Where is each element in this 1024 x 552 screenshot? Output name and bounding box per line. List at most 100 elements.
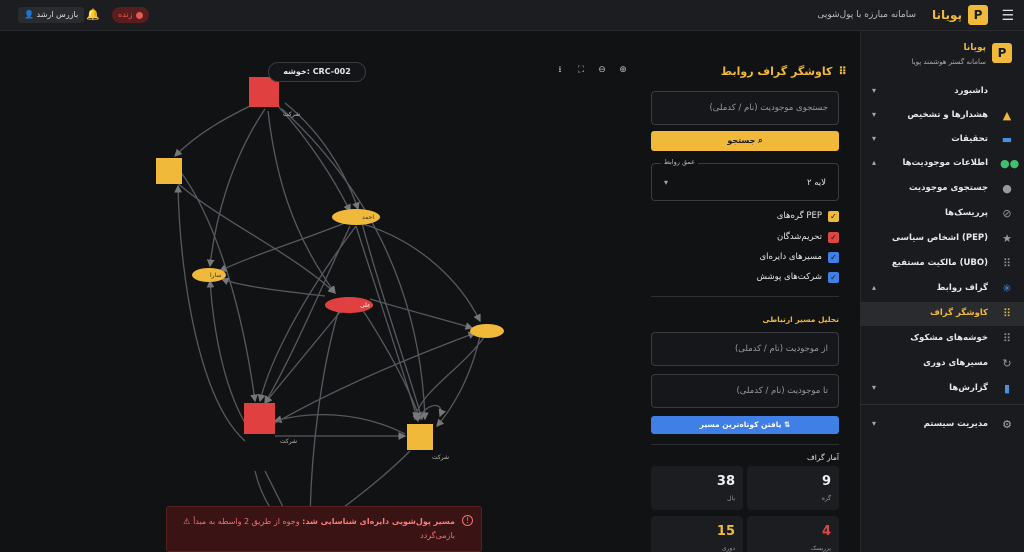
- zoom-in-icon[interactable]: ⊕: [617, 64, 629, 76]
- cycle-icon: ↻: [1002, 357, 1012, 370]
- chevron-down-icon: ▾: [664, 178, 669, 187]
- chevron-down-icon: ▾: [872, 134, 877, 143]
- sidebar-item-label: جستجوی موجودیت: [908, 183, 988, 193]
- depth-value: ۲ لایه: [806, 178, 826, 188]
- search-button-label: جستجو: [727, 136, 756, 145]
- bell-icon[interactable]: 🔔: [86, 8, 100, 21]
- node-label: شرکت: [432, 454, 449, 461]
- depth-select[interactable]: عمق روابط ۲ لایه ▾: [651, 158, 839, 201]
- checkbox-shell-companies[interactable]: ✓ شرکت‌های پوشش: [757, 270, 839, 284]
- graph-edge: [174, 105, 251, 157]
- chevron-up-icon: ▴: [872, 158, 877, 167]
- checkbox-icon: ✓: [828, 271, 839, 283]
- graph-edge: [257, 225, 357, 403]
- sidebar-item-relationship-graph[interactable]: ✳ گراف روابط ▴: [860, 277, 1024, 301]
- graph-edge: [277, 105, 351, 213]
- sidebar-item-label: مالکیت مستفیع (UBO): [891, 258, 988, 268]
- sidebar-item-suspicious-clusters[interactable]: ⠿ خوشه‌های مشکوک: [860, 327, 1024, 351]
- sidebar-item-label: گراف روابط: [936, 283, 988, 293]
- entity-search-input[interactable]: جستجوی موجودیت (نام / کدملی): [651, 91, 839, 125]
- checkbox-circular-paths[interactable]: ✓ مسیرهای دایره‌ای: [760, 250, 839, 264]
- checkbox-sanctioned[interactable]: ✓ تحریم‌شدگان: [777, 230, 839, 244]
- sidebar-item-dashboard[interactable]: داشبورد ▾: [860, 80, 1024, 104]
- sidebar-item-circular-paths[interactable]: ↻ مسیرهای دوری: [860, 352, 1024, 376]
- panel-title-text: کاوشگر گراف روابط: [720, 65, 833, 78]
- stat-value: 38: [716, 474, 735, 489]
- sidebar-item-reports[interactable]: ▮ گزارش‌ها ▾: [860, 377, 1024, 401]
- graph-edge: [361, 222, 424, 421]
- from-entity-input[interactable]: از موجودیت (نام / کدملی): [651, 332, 839, 366]
- user-menu-button[interactable]: 👤 بازرس ارشد: [18, 7, 85, 23]
- download-icon[interactable]: ⭳: [554, 64, 566, 76]
- sidebar-item-ubo[interactable]: ⠿ مالکیت مستفیع (UBO): [860, 252, 1024, 276]
- network-icon: ✳: [1002, 282, 1012, 295]
- sidebar-item-label: اطلاعات موجودیت‌ها: [902, 158, 988, 168]
- graph-node-person[interactable]: [470, 324, 504, 338]
- graph-node-sanctioned[interactable]: [244, 403, 275, 434]
- menu-icon[interactable]: ☰: [1001, 8, 1014, 24]
- sidebar-item-label: داشبورد: [954, 86, 988, 96]
- checkbox-label: تحریم‌شدگان: [776, 232, 822, 242]
- to-entity-input[interactable]: تا موجودیت (نام / کدملی): [651, 374, 839, 408]
- node-label: احمد: [362, 214, 374, 221]
- graph-edge: [359, 305, 422, 421]
- sidebar-item-entity-info[interactable]: ●● اطلاعات موجودیت‌ها ▴: [860, 152, 1024, 176]
- dashboard-icon: [1000, 85, 1014, 99]
- stat-value: 4: [821, 524, 831, 539]
- sidebar: P پویانا سامانه گستر هوشمند پویا داشبورد…: [860, 31, 1024, 552]
- graph-stats-heading: آمار گراف: [807, 453, 839, 462]
- sidebar-item-investigations[interactable]: ▬ تحقیقات ▾: [860, 128, 1024, 152]
- graph-edge: [218, 222, 346, 272]
- graph-canvas[interactable]: شرکت علی شرکت شرکت احمد سارا خوشه: CRC-0…: [0, 31, 640, 552]
- graph-edges: [174, 102, 486, 533]
- circular-path-alert: ! ⚠ مسیر پول‌شویی دایره‌ای شناسایی شد: و…: [166, 506, 482, 552]
- sidebar-item-label: هشدارها و تشخیص: [907, 110, 988, 120]
- checkbox-icon: ✓: [828, 251, 839, 263]
- sidebar-item-system-admin[interactable]: ⚙ مدیریت سیستم ▾: [860, 413, 1024, 437]
- users-icon: ●●: [1000, 157, 1020, 170]
- chevron-down-icon: ▾: [872, 383, 877, 392]
- stat-caption: گره: [821, 495, 831, 502]
- graph-edge: [179, 170, 258, 403]
- user-off-icon: ⊘: [1002, 207, 1012, 220]
- fit-screen-icon[interactable]: ⛶: [575, 64, 587, 76]
- hierarchy-icon: ⠿: [1002, 257, 1012, 270]
- shortest-path-button[interactable]: یافتن کوتاه‌ترین مسیر ⇅: [651, 416, 839, 434]
- stat-caption: دوری: [721, 545, 735, 552]
- brand-subtitle: سامانه مبارزه با پول‌شویی: [817, 10, 916, 20]
- stat-card-edges: 38 یال: [651, 466, 743, 510]
- sidebar-subtitle: سامانه گستر هوشمند پویا: [911, 58, 986, 66]
- graph-edge: [369, 298, 474, 330]
- checkbox-icon: ✓: [828, 210, 839, 222]
- sidebar-item-label: مدیریت سیستم: [923, 419, 988, 429]
- sidebar-item-entity-search[interactable]: ● جستجوی موجودیت: [860, 177, 1024, 201]
- sidebar-logo: P: [992, 43, 1012, 63]
- stat-card-nodes: 9 گره: [747, 466, 839, 510]
- graph-svg[interactable]: شرکت علی شرکت شرکت احمد سارا: [0, 31, 640, 552]
- graph-edge: [269, 331, 477, 427]
- sidebar-item-graph-explorer[interactable]: ⠿ کاوشگر گراف: [860, 302, 1024, 326]
- brand-logo: P: [968, 5, 988, 25]
- zoom-out-icon[interactable]: ⊖: [596, 64, 608, 76]
- stat-value: 15: [716, 524, 735, 539]
- alert-text: ⚠ مسیر پول‌شویی دایره‌ای شناسایی شد: وجو…: [183, 517, 455, 540]
- folder-icon: ▬: [1001, 133, 1013, 146]
- checkbox-pep[interactable]: ✓ گره‌های PEP: [777, 209, 839, 223]
- sidebar-item-label: مسیرهای دوری: [923, 358, 988, 368]
- graph-edge: [412, 335, 486, 421]
- live-status-badge: زنده: [112, 7, 150, 23]
- search-button[interactable]: جستجو ⌕: [651, 131, 839, 151]
- chevron-down-icon: ▾: [872, 110, 877, 119]
- error-icon: !: [462, 515, 473, 526]
- graph-node-company[interactable]: [407, 424, 433, 450]
- user-name: بازرس ارشد: [36, 10, 79, 19]
- shortest-path-label: یافتن کوتاه‌ترین مسیر: [699, 420, 782, 429]
- checkbox-label: گره‌های PEP: [776, 211, 822, 221]
- sidebar-item-pep[interactable]: ★ اشخاص سیاسی (PEP): [860, 227, 1024, 251]
- chevron-down-icon: ▾: [872, 419, 877, 428]
- node-label: شرکت: [280, 438, 297, 445]
- stat-card-high-risk: 4 پرریسک: [747, 516, 839, 552]
- graph-node-pep[interactable]: [156, 158, 182, 184]
- sidebar-item-alerts[interactable]: ▲ هشدارها و تشخیص ▾: [860, 104, 1024, 128]
- sidebar-item-high-risk[interactable]: ⊘ پرریسک‌ها: [860, 202, 1024, 226]
